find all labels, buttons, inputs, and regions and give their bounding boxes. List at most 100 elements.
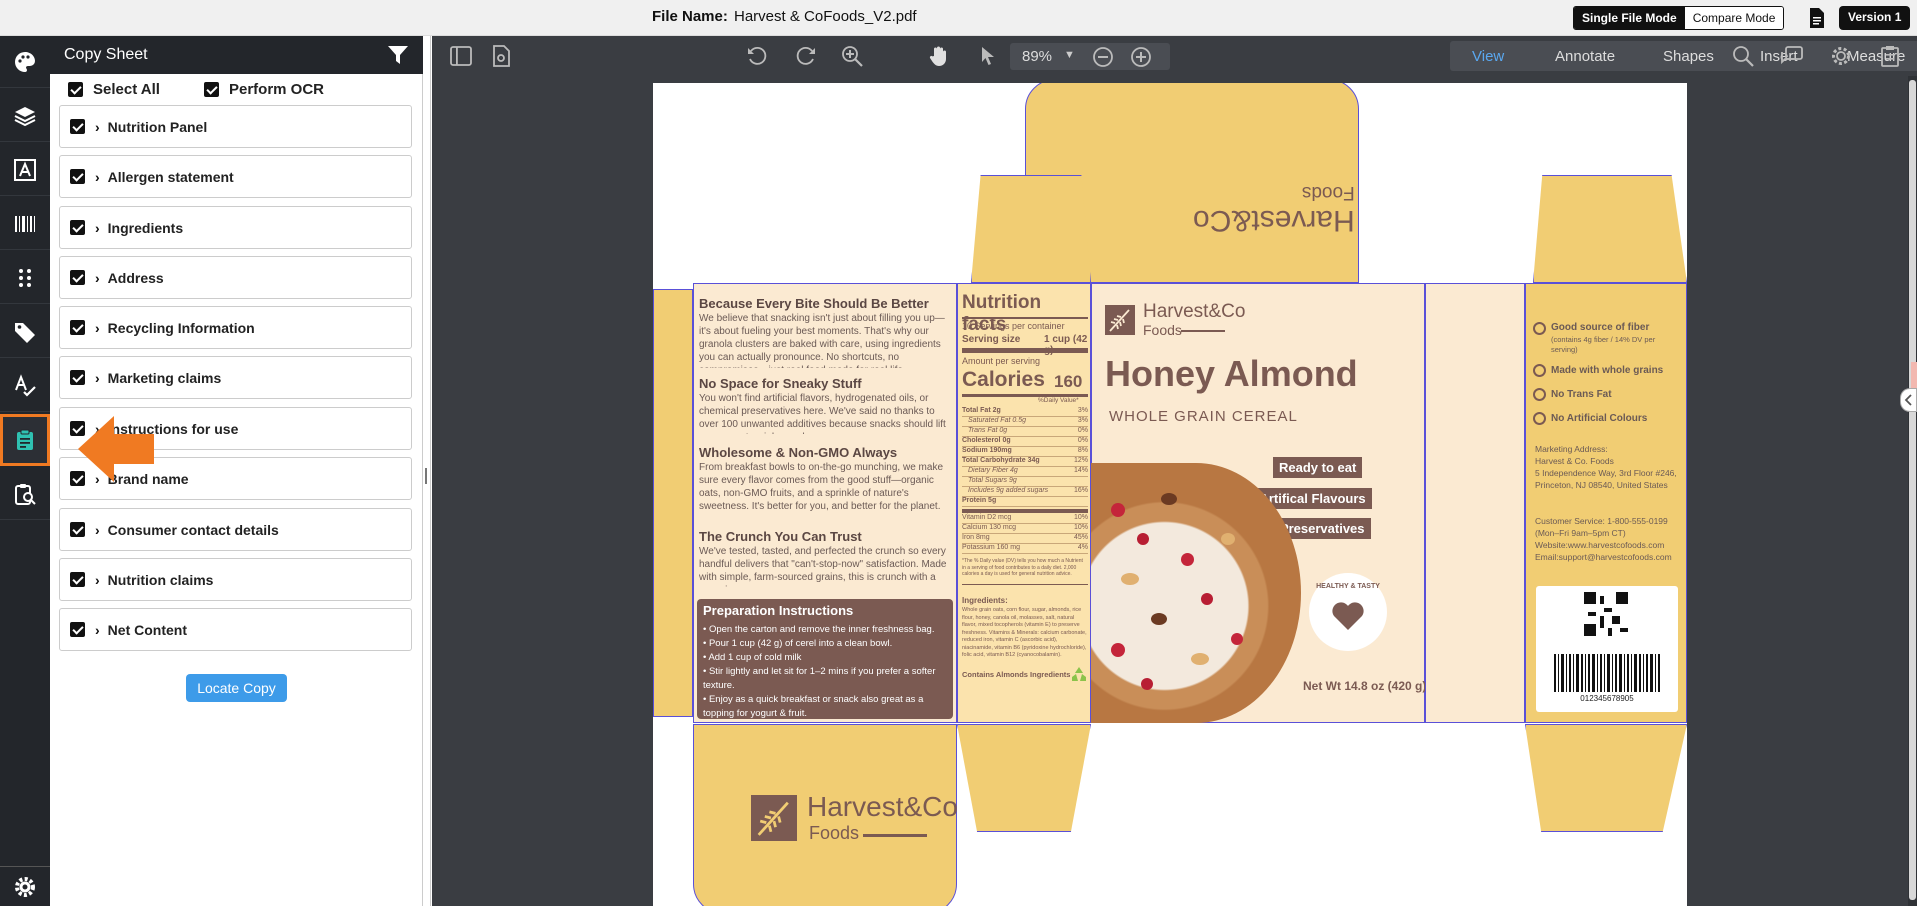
layers-tool[interactable] — [0, 90, 50, 142]
back-heading-2: No Space for Sneaky Stuff — [699, 376, 862, 391]
copy-item-nutrition-panel[interactable]: › Nutrition Panel — [59, 105, 412, 148]
top-flap-sub: Foods — [1301, 182, 1355, 203]
clipboard-search-tool[interactable] — [0, 468, 50, 520]
version-badge[interactable]: Version 1 — [1839, 6, 1911, 30]
scrollbar-thumb[interactable] — [1909, 80, 1916, 900]
tab-shapes[interactable]: Shapes — [1663, 48, 1714, 65]
nutrition-claim-sub: (contains 4g fiber / 14% DV per serving) — [1551, 335, 1656, 354]
item-label: Nutrition Panel — [107, 118, 208, 135]
zoom-in-icon[interactable] — [1130, 46, 1152, 68]
select-all-label: Select All — [93, 80, 160, 98]
filter-icon[interactable] — [388, 46, 408, 64]
right-panel-toggle[interactable] — [1900, 388, 1917, 412]
chevron-down-icon[interactable]: ▼ — [1064, 49, 1075, 61]
nf-row-label: Trans Fat 0g — [968, 427, 1008, 434]
nf-servings: 10 Servings per container — [962, 321, 1065, 331]
tab-view[interactable]: View — [1472, 48, 1504, 65]
trans-fat-icon — [1533, 388, 1546, 401]
copy-item-allergen-statement[interactable]: › Allergen statement — [59, 155, 412, 198]
prep-title: Preparation Instructions — [703, 603, 854, 618]
file-name-label: File Name: — [652, 8, 728, 25]
qr-code-icon — [1584, 592, 1628, 636]
contact-line: (Mon–Fri 9am–5pm CT) — [1535, 528, 1626, 538]
chevron-right-icon[interactable]: › — [95, 320, 100, 336]
chevron-right-icon[interactable]: › — [95, 622, 100, 638]
nf-row-label: Sodium 190mg — [962, 447, 1012, 454]
chevron-right-icon[interactable]: › — [95, 572, 100, 588]
copy-item-consumer-contact-details[interactable]: › Consumer contact details — [59, 508, 412, 551]
perform-ocr-checkbox[interactable] — [203, 81, 219, 97]
nf-row-dv: 10% — [1073, 514, 1088, 521]
item-checkbox[interactable] — [70, 622, 85, 637]
barcode-icon — [15, 215, 35, 232]
palette-tool[interactable] — [0, 36, 50, 88]
item-checkbox[interactable] — [70, 119, 85, 134]
address-line: Harvest & Co. Foods — [1535, 456, 1614, 466]
chevron-right-icon[interactable]: › — [95, 522, 100, 538]
comments-icon[interactable] — [1781, 45, 1803, 67]
barcode-tool[interactable] — [0, 198, 50, 250]
chevron-right-icon[interactable]: › — [95, 370, 100, 386]
tab-annotate[interactable]: Annotate — [1555, 48, 1615, 65]
copy-item-recycling-information[interactable]: › Recycling Information — [59, 306, 412, 349]
bottom-flap-sub: Foods — [809, 823, 860, 843]
nf-rule — [962, 584, 1088, 585]
item-label: Net Content — [107, 621, 187, 638]
select-all-checkbox[interactable] — [68, 81, 83, 97]
locate-copy-button[interactable]: Locate Copy — [186, 674, 287, 702]
grid-tool[interactable] — [0, 252, 50, 304]
item-checkbox[interactable] — [70, 169, 85, 184]
tag-icon — [15, 322, 35, 343]
rotate-left-icon[interactable] — [746, 45, 768, 67]
zoom-out-icon[interactable] — [1092, 46, 1114, 68]
copy-item-marketing-claims[interactable]: › Marketing claims — [59, 356, 412, 399]
barcode-number: 012345678905 — [1580, 694, 1634, 703]
chevron-right-icon[interactable]: › — [95, 119, 100, 135]
rotate-right-icon[interactable] — [795, 45, 817, 67]
compare-mode-button[interactable]: Compare Mode — [1684, 7, 1784, 29]
copy-item-address[interactable]: › Address — [59, 256, 412, 299]
text-tool[interactable] — [0, 144, 50, 196]
copy-item-nutrition-claims[interactable]: › Nutrition claims — [59, 558, 412, 601]
cursor-select-icon[interactable] — [977, 45, 999, 67]
copy-sheet-tool[interactable] — [0, 414, 50, 466]
copy-item-net-content[interactable]: › Net Content — [59, 608, 412, 651]
contact-line: Email:support@harvestcofoods.com — [1535, 552, 1672, 562]
nf-calories: 160 — [1054, 372, 1083, 391]
item-checkbox[interactable] — [70, 220, 85, 235]
clipboard-list-icon[interactable] — [1879, 45, 1901, 67]
chevron-right-icon[interactable]: › — [95, 169, 100, 185]
sidebar-toggle-icon[interactable] — [450, 45, 472, 67]
tag-tool[interactable] — [0, 306, 50, 358]
spellcheck-tool[interactable] — [0, 360, 50, 412]
settings-tool[interactable] — [0, 866, 50, 906]
copy-item-ingredients[interactable]: › Ingredients — [59, 206, 412, 249]
nf-row-label: Vitamin D2 mcg — [962, 514, 1012, 521]
splitter-grip-icon[interactable] — [425, 468, 427, 484]
item-checkbox[interactable] — [70, 370, 85, 385]
nf-row-label: Dietary Fiber 4g — [968, 467, 1018, 474]
document-icon[interactable] — [1808, 8, 1826, 28]
gear-icon[interactable] — [1830, 45, 1852, 67]
zoom-control: 89% ▼ — [1010, 43, 1170, 70]
nf-footnote: *The % Daily value (DV) tells you how mu… — [962, 558, 1083, 577]
product-descriptor: WHOLE GRAIN CEREAL — [1109, 408, 1298, 425]
magnifier-icon[interactable] — [841, 45, 863, 67]
viewer-toolbar: 89% ▼ View Annotate Shapes Insert Measur… — [432, 36, 1917, 76]
search-icon[interactable] — [1732, 45, 1754, 67]
item-checkbox[interactable] — [70, 270, 85, 285]
top-flap-right — [1533, 175, 1687, 283]
nf-row-label: Potassium 160 mg — [962, 544, 1020, 551]
nf-row-label: Cholesterol 0g — [962, 437, 1011, 444]
chevron-right-icon[interactable]: › — [95, 270, 100, 286]
chevron-right-icon[interactable]: › — [95, 220, 100, 236]
page-settings-icon[interactable] — [490, 45, 512, 67]
single-file-mode-button[interactable]: Single File Mode — [1574, 7, 1685, 29]
colour-icon — [1533, 412, 1546, 425]
item-checkbox[interactable] — [70, 320, 85, 335]
hand-pan-icon[interactable] — [928, 45, 950, 67]
nutrition-panel: Nutrition facts 10 Servings per containe… — [957, 283, 1091, 723]
item-checkbox[interactable] — [70, 572, 85, 587]
item-checkbox[interactable] — [70, 522, 85, 537]
zoom-level[interactable]: 89% — [1022, 48, 1052, 65]
